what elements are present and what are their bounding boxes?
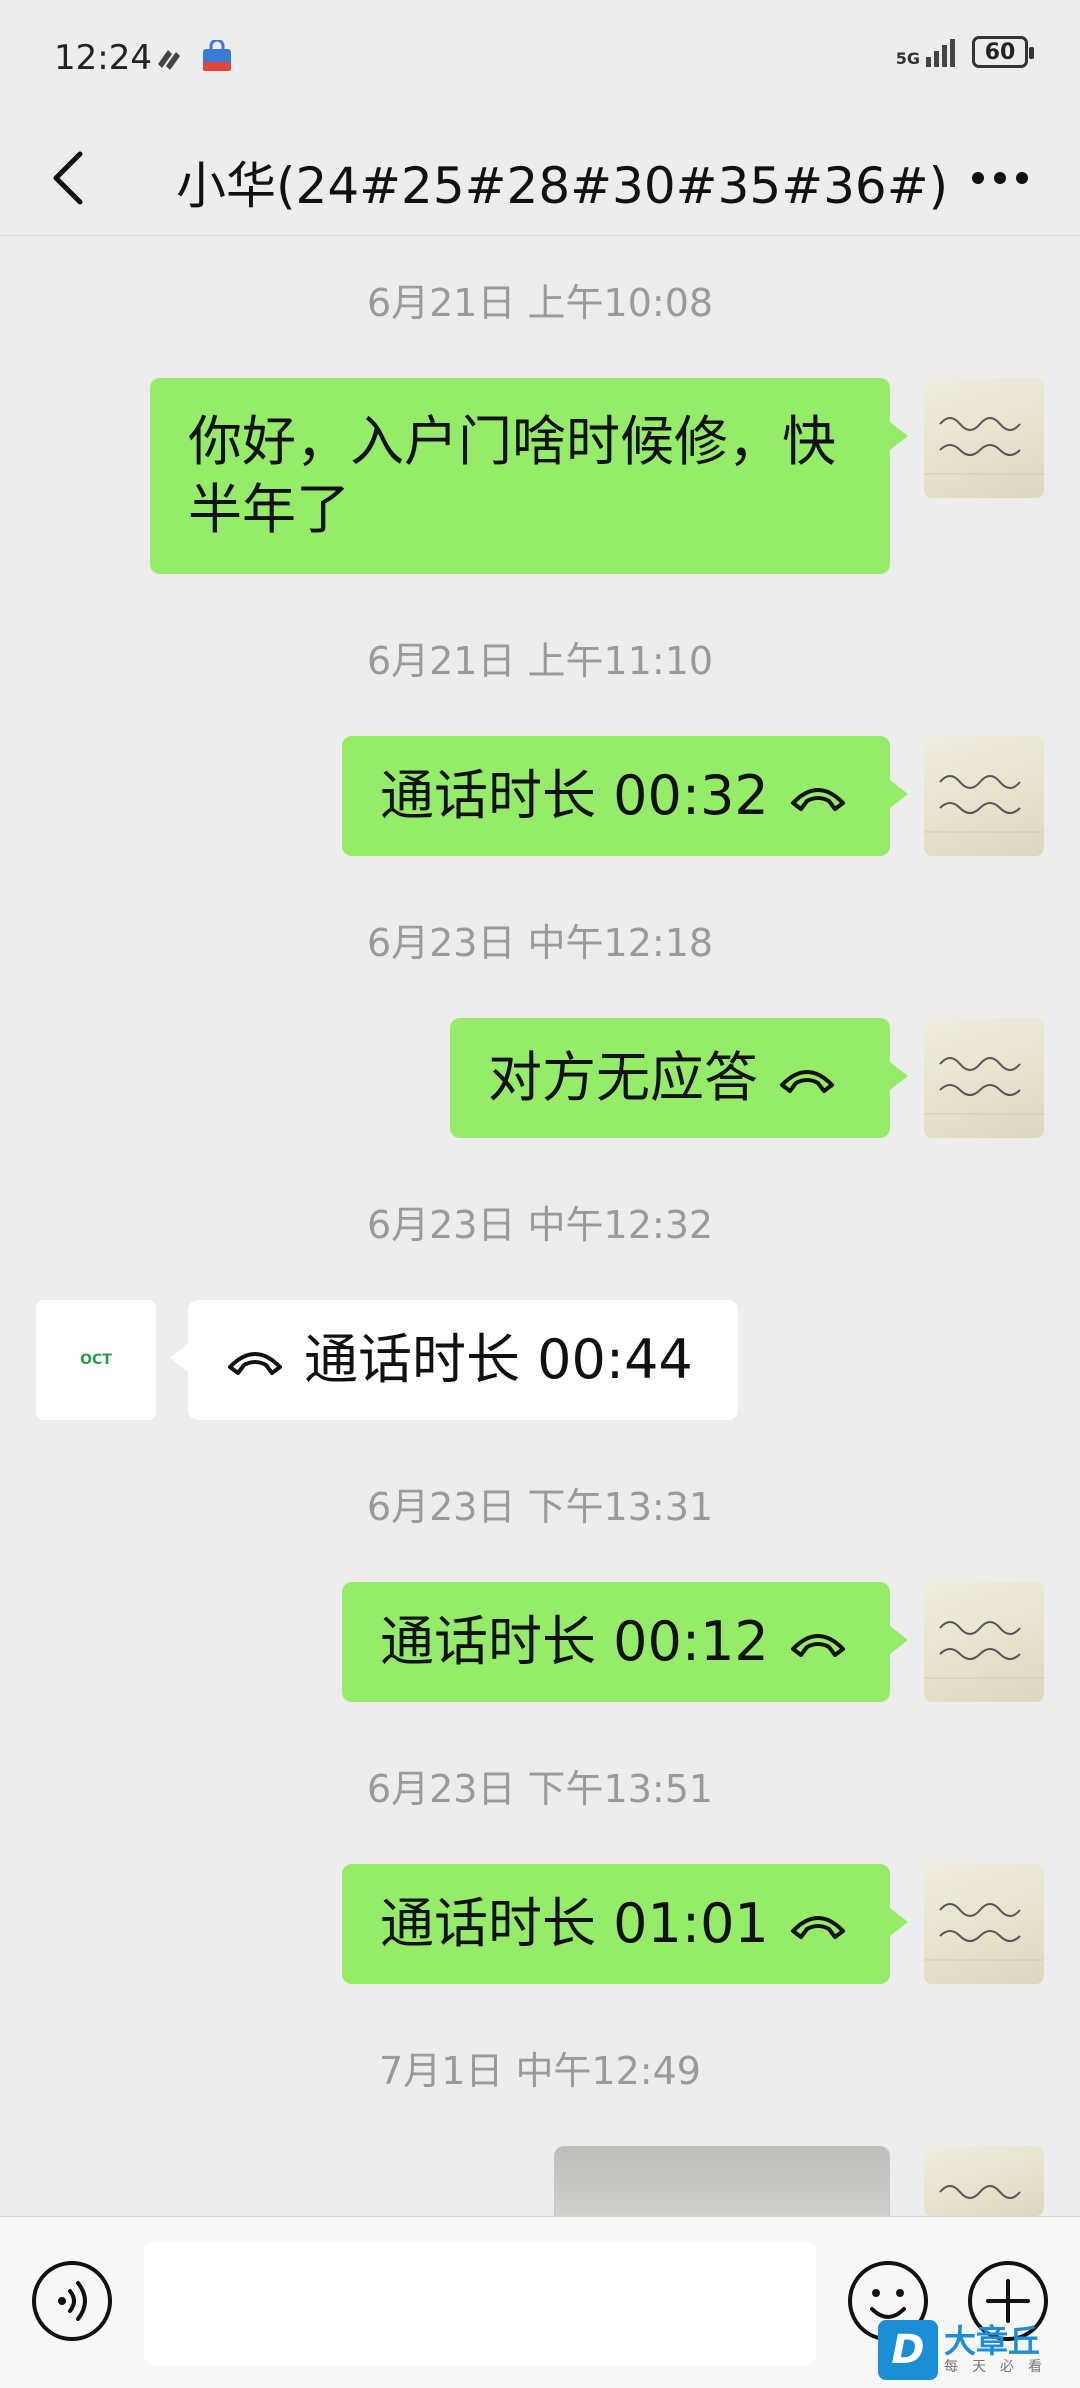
call-status-text: 对方无应答 <box>488 1046 758 1109</box>
handwriting-avatar-image <box>924 1903 1044 1961</box>
self-avatar[interactable] <box>924 1864 1044 1984</box>
network-type: 5G <box>895 49 920 68</box>
handwriting-avatar-image <box>924 417 1044 475</box>
call-duration-text: 通话时长 01:01 <box>380 1892 769 1955</box>
chat-header: 小华(24#25#28#30#35#36#) <box>0 118 1080 236</box>
status-time: 12:24 <box>54 38 152 78</box>
contact-avatar[interactable]: OCT <box>36 1300 156 1420</box>
self-avatar[interactable] <box>924 736 1044 856</box>
message-timestamp: 6月21日 上午11:10 <box>366 639 714 683</box>
voice-button[interactable] <box>30 2259 114 2343</box>
self-avatar[interactable] <box>924 378 1044 498</box>
message-input[interactable] <box>144 2241 816 2365</box>
watermark-title: 大章丘 <box>944 2322 1041 2360</box>
call-duration-text: 通话时长 00:44 <box>304 1328 693 1391</box>
call-message-bubble[interactable]: 对方无应答 <box>450 1018 908 1138</box>
message-timestamp: 6月21日 上午10:08 <box>366 281 714 325</box>
app-notification-icon <box>158 50 180 70</box>
watermark: D 大章丘 每天必看 <box>878 2316 1074 2384</box>
phone-hangup-icon <box>789 1627 847 1657</box>
handwriting-avatar-image <box>939 2185 1021 2199</box>
call-message-bubble[interactable]: 通话时长 00:44 <box>170 1300 738 1420</box>
status-icons-left <box>152 40 234 74</box>
watermark-text: 大章丘 每天必看 <box>944 2324 1056 2376</box>
message-timestamp: 6月23日 下午13:31 <box>366 1485 714 1529</box>
network-indicator: 5G <box>896 37 958 67</box>
message-timestamp: 6月23日 中午12:32 <box>366 1203 714 1247</box>
status-right: 5G 60 <box>896 36 1034 68</box>
message-line: 你好，入户门啥时候修，快 <box>188 410 836 473</box>
message-line: 半年了 <box>188 478 350 541</box>
text-message-bubble[interactable]: 你好，入户门啥时候修，快 半年了 <box>150 378 908 574</box>
message-text: 你好，入户门啥时候修，快 半年了 <box>150 386 874 566</box>
message-timestamp: 7月1日 中午12:49 <box>379 2049 701 2093</box>
voice-icon <box>32 2261 112 2341</box>
signal-icon <box>926 39 955 67</box>
chevron-left-icon <box>53 151 83 205</box>
call-message-bubble[interactable]: 通话时长 00:12 <box>342 1582 908 1702</box>
more-icon <box>972 172 1028 184</box>
more-button[interactable] <box>960 148 1040 208</box>
message-timestamp: 6月23日 下午13:51 <box>366 1767 714 1811</box>
chat-title: 小华(24#25#28#30#35#36#) <box>176 157 949 215</box>
self-avatar[interactable] <box>924 1582 1044 1702</box>
handwriting-avatar-image <box>924 1057 1044 1115</box>
phone-hangup-icon <box>226 1345 284 1375</box>
status-bar: 12:24 5G 60 <box>0 0 1080 118</box>
call-message-bubble[interactable]: 通话时长 01:01 <box>342 1864 908 1984</box>
call-message-bubble[interactable]: 通话时长 00:32 <box>342 736 908 856</box>
battery-icon: 60 <box>972 36 1034 68</box>
phone-hangup-icon <box>789 781 847 811</box>
phone-hangup-icon <box>778 1063 836 1093</box>
message-timestamp: 6月23日 中午12:18 <box>366 921 714 965</box>
shopping-bag-icon <box>203 40 231 71</box>
self-avatar[interactable] <box>924 2146 1044 2216</box>
battery-level: 60 <box>984 39 1016 65</box>
self-avatar[interactable] <box>924 1018 1044 1138</box>
phone-hangup-icon <box>789 1909 847 1939</box>
watermark-subtitle: 每天必看 <box>944 2359 1056 2375</box>
contact-avatar-logo: OCT <box>80 1352 112 1368</box>
handwriting-avatar-image <box>924 1621 1044 1679</box>
handwriting-avatar-image <box>924 775 1044 833</box>
call-duration-text: 通话时长 00:12 <box>380 1610 769 1673</box>
back-button[interactable] <box>38 138 98 218</box>
call-duration-text: 通话时长 00:32 <box>380 764 769 827</box>
watermark-logo: D <box>878 2320 938 2380</box>
